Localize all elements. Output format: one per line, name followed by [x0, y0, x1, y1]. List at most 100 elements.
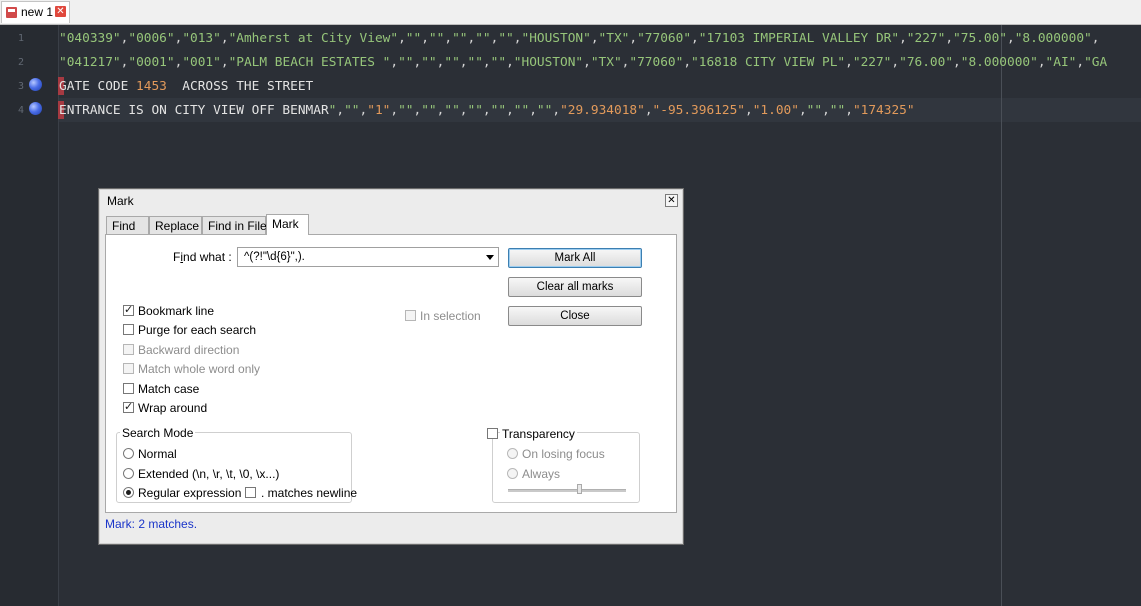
- tab-replace[interactable]: Replace: [149, 216, 202, 234]
- code-token: ,: [459, 55, 468, 70]
- normal-radio[interactable]: [123, 448, 134, 459]
- always-radio[interactable]: [507, 468, 518, 479]
- code-token: ,: [644, 103, 653, 118]
- code-line-3: GATE CODE 1453 ACROSS THE STREET: [59, 79, 313, 94]
- clear-all-marks-button[interactable]: Clear all marks: [508, 277, 642, 297]
- code-token: GATE CODE: [59, 79, 137, 94]
- find-what-input[interactable]: [238, 248, 484, 266]
- chevron-down-icon[interactable]: [486, 255, 494, 260]
- code-token: "": [490, 103, 507, 118]
- code-token: "16818 CITY VIEW PL": [691, 55, 846, 70]
- code-token: "040339": [59, 31, 121, 46]
- code-token: ,: [691, 31, 699, 46]
- code-token: "": [467, 55, 483, 70]
- purge-checkbox[interactable]: [123, 324, 134, 335]
- match-whole-word-label: Match whole word only: [138, 362, 261, 376]
- wrap-around-label: Wrap around: [138, 401, 208, 415]
- code-token: "174325": [852, 103, 915, 118]
- code-token: "-95.396125": [652, 103, 745, 118]
- tab-mark[interactable]: Mark: [266, 214, 309, 235]
- code-token: ,: [629, 31, 638, 46]
- code-token: "TX": [598, 31, 630, 46]
- line-number: 3: [17, 81, 24, 92]
- matches-newline-checkbox[interactable]: [245, 487, 256, 498]
- tab-label: new 1: [21, 5, 54, 19]
- code-token: ,: [744, 103, 753, 118]
- code-token: "": [344, 103, 360, 118]
- in-selection-checkbox[interactable]: [405, 310, 416, 321]
- tab-find[interactable]: Find: [106, 216, 149, 234]
- code-token: "PALM BEACH ESTATES ": [228, 55, 391, 70]
- regular-expression-radio[interactable]: [123, 487, 134, 498]
- transparency-slider-thumb[interactable]: [577, 484, 582, 494]
- transparency-checkbox[interactable]: [487, 428, 498, 439]
- code-token: ,: [590, 31, 599, 46]
- code-token: "": [398, 103, 414, 118]
- match-whole-word-checkbox[interactable]: [123, 363, 134, 374]
- tab-find-in-files[interactable]: Find in Files: [202, 216, 273, 234]
- line-number: 2: [17, 57, 24, 68]
- close-button[interactable]: Close: [508, 306, 642, 326]
- code-token: "1.00": [752, 103, 799, 118]
- code-token: "29.934018": [560, 103, 645, 118]
- unsaved-file-icon: [6, 7, 17, 18]
- always-label: Always: [522, 467, 561, 481]
- code-token: "77060": [629, 55, 684, 70]
- on-losing-focus-radio[interactable]: [507, 448, 518, 459]
- code-token: "001": [182, 55, 221, 70]
- transparency-slider-track[interactable]: [508, 489, 626, 492]
- code-token: ,: [552, 103, 561, 118]
- line-number: 4: [17, 105, 24, 116]
- bookmark-icon[interactable]: [29, 102, 42, 115]
- code-token: "AI": [1045, 55, 1077, 70]
- bookmark-icon[interactable]: [29, 78, 42, 91]
- code-token: "": [498, 31, 514, 46]
- code-token: ,: [220, 55, 229, 70]
- code-token: ,: [845, 103, 853, 118]
- tab-close-icon[interactable]: ✕: [55, 6, 66, 17]
- code-token: "": [421, 103, 437, 118]
- line-number-gutter[interactable]: 1 2 3 4: [0, 25, 59, 606]
- wrap-around-checkbox[interactable]: [123, 400, 134, 413]
- match-case-checkbox[interactable]: [123, 383, 134, 394]
- code-token: "": [467, 103, 483, 118]
- code-token: "0006": [128, 31, 175, 46]
- code-token: "013": [182, 31, 221, 46]
- code-token: ,: [398, 31, 406, 46]
- code-token: ,: [683, 55, 692, 70]
- backward-direction-checkbox[interactable]: [123, 344, 134, 355]
- code-token: ,: [390, 103, 399, 118]
- code-token: "": [444, 55, 460, 70]
- tab-bar: new 1 ✕: [0, 0, 1141, 25]
- extended-radio[interactable]: [123, 468, 134, 479]
- code-token: "": [405, 31, 422, 46]
- code-token: ,: [506, 55, 514, 70]
- code-token: ,: [482, 55, 491, 70]
- on-losing-focus-label: On losing focus: [522, 447, 605, 461]
- bookmark-line-checkbox[interactable]: [123, 303, 134, 316]
- purge-label: Purge for each search: [138, 323, 257, 337]
- tab-new-1[interactable]: new 1 ✕: [1, 1, 70, 23]
- code-token: "GA: [1084, 55, 1108, 70]
- code-token: "HOUSTON": [521, 31, 591, 46]
- code-token: ,: [1006, 31, 1015, 46]
- code-line-1: "040339","0006","013","Amherst at City V…: [59, 31, 1099, 46]
- code-line-2: "041217","0001","001","PALM BEACH ESTATE…: [59, 55, 1107, 70]
- code-token: ,: [421, 31, 429, 46]
- code-token: ,: [459, 103, 468, 118]
- code-token: "227": [906, 31, 946, 46]
- code-token: "": [452, 31, 468, 46]
- mark-all-button[interactable]: Mark All: [508, 248, 642, 268]
- dialog-close-icon[interactable]: ✕: [665, 194, 678, 207]
- code-line-4: ENTRANCE IS ON CITY VIEW OFF BENMAR","",…: [59, 103, 915, 118]
- code-token: ,: [390, 55, 399, 70]
- find-what-combobox[interactable]: [237, 247, 499, 267]
- backward-direction-label: Backward direction: [138, 343, 240, 357]
- code-token: "0001": [128, 55, 175, 70]
- code-token: "1": [367, 103, 391, 118]
- code-token: "17103 IMPERIAL VALLEY DR": [698, 31, 900, 46]
- edge-column-line: [1001, 25, 1002, 606]
- code-token: ,: [822, 103, 830, 118]
- extended-label: Extended (\n, \r, \t, \0, \x...): [138, 467, 280, 481]
- code-token: "": [513, 103, 530, 118]
